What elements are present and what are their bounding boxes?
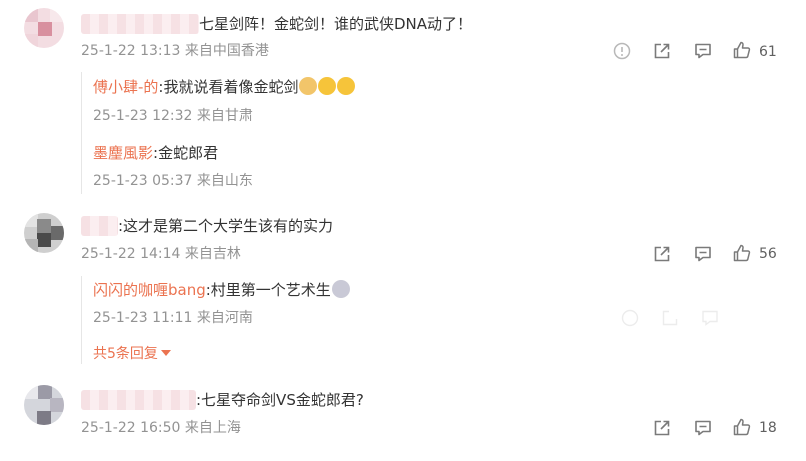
reply-line: 闪闪的咖喱bang:村里第一个艺术生	[93, 280, 350, 300]
comment-meta: 25-1-22 16:50 来自上海	[81, 420, 241, 436]
more-replies-link[interactable]: 共5条回复	[93, 345, 171, 363]
comment-meta: 25-1-22 14:14 来自吉林	[81, 246, 241, 262]
comment-text: :这才是第二个大学生该有的实力	[118, 217, 334, 235]
comment-icon[interactable]	[693, 41, 713, 61]
comment-icon[interactable]	[700, 308, 720, 328]
reply-text: :村里第一个艺术生	[205, 281, 331, 299]
like-count: 61	[759, 44, 777, 60]
share-icon[interactable]	[652, 418, 672, 438]
like-icon[interactable]	[732, 243, 752, 263]
share-icon[interactable]	[652, 41, 672, 61]
reply-meta: 25-1-23 12:32 来自甘肃	[93, 108, 253, 124]
username-masked[interactable]	[81, 216, 118, 236]
like-icon[interactable]	[732, 417, 752, 437]
comment-icon[interactable]	[693, 244, 713, 264]
comment-meta: 25-1-22 13:13 来自中国香港	[81, 43, 269, 59]
report-icon[interactable]	[612, 41, 632, 61]
scared-emoji-icon	[318, 77, 337, 95]
avatar[interactable]	[24, 385, 64, 425]
like-count: 18	[759, 420, 777, 436]
reply-meta: 25-1-23 05:37 来自山东	[93, 173, 253, 189]
reply-line: 墨麈風影:金蛇郎君	[93, 143, 218, 163]
reply-meta: 25-1-23 11:11 来自河南	[93, 310, 253, 326]
reply-divider	[81, 72, 82, 194]
avatar[interactable]	[24, 8, 64, 48]
more-replies-label: 共5条回复	[93, 346, 158, 362]
comment-icon[interactable]	[693, 418, 713, 438]
report-icon[interactable]	[620, 308, 640, 328]
share-icon[interactable]	[652, 244, 672, 264]
reply-text: :我就说看着像金蛇剑	[158, 78, 299, 96]
username-masked[interactable]	[81, 14, 199, 34]
comment-text: :七星夺命剑VS金蛇郎君?	[196, 391, 364, 409]
crying-emoji-icon	[331, 280, 350, 298]
scared-emoji-icon	[337, 77, 356, 95]
reply-divider	[81, 276, 82, 364]
avatar[interactable]	[24, 213, 64, 253]
comment-text: 七星剑阵！金蛇剑！谁的武侠DNA动了！	[199, 15, 473, 33]
username-masked[interactable]	[81, 390, 196, 410]
doge-emoji-icon	[299, 77, 318, 95]
reply-username[interactable]: 闪闪的咖喱bang	[93, 281, 206, 299]
reply-username[interactable]: 傅小肆-的	[93, 78, 158, 96]
reply-line: 傅小肆-的:我就说看着像金蛇剑	[93, 77, 356, 97]
chevron-down-icon	[160, 350, 171, 356]
like-icon[interactable]	[732, 40, 752, 60]
share-icon[interactable]	[660, 308, 680, 328]
reply-username[interactable]: 墨麈風影	[93, 144, 153, 162]
reply-text: :金蛇郎君	[153, 144, 219, 162]
like-count: 56	[759, 246, 777, 262]
